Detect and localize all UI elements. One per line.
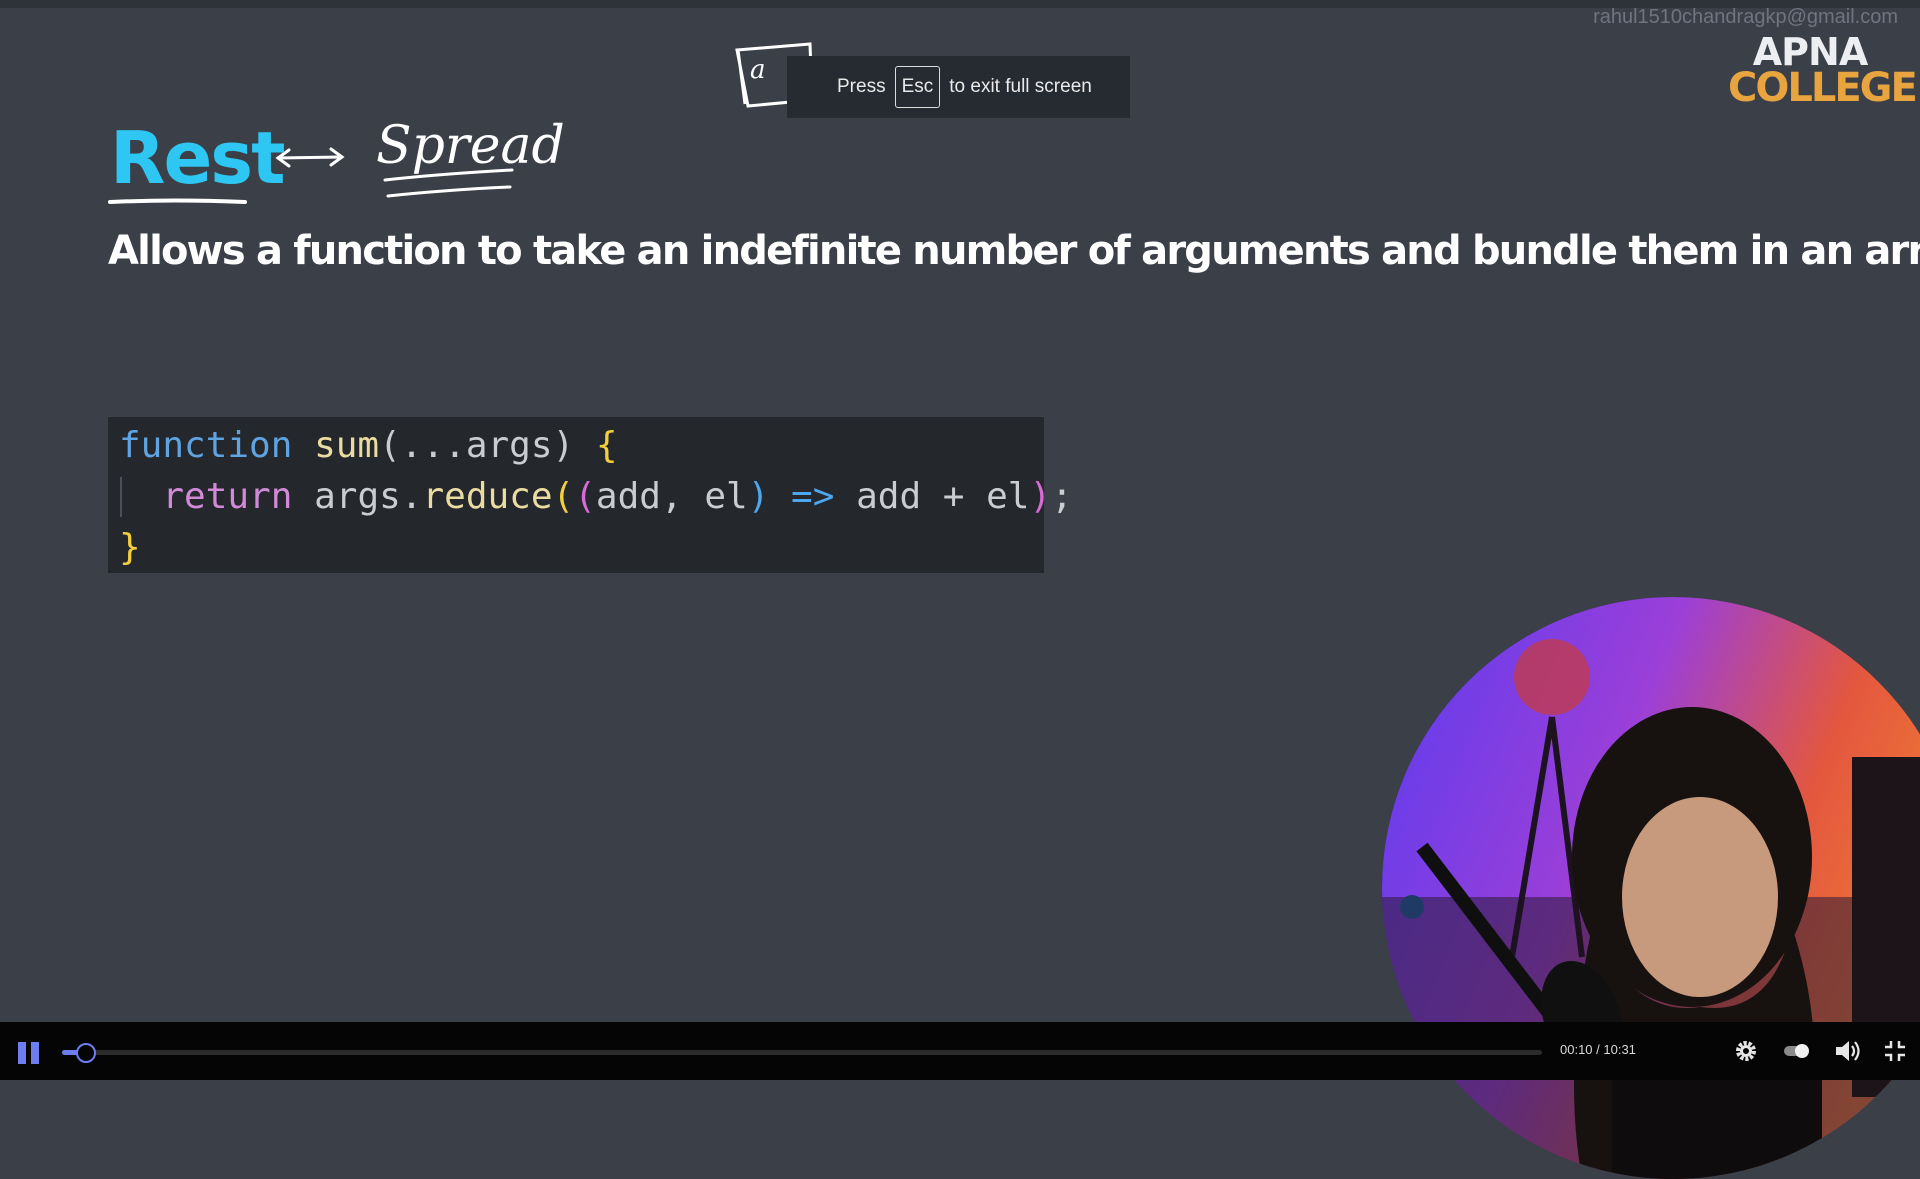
code-identifier: el: [704, 476, 748, 517]
code-keyword: function: [119, 425, 293, 466]
player-controls: 00:10 / 10:31: [0, 1022, 1920, 1080]
code-brace: }: [119, 527, 141, 568]
pause-icon-bar: [31, 1042, 39, 1064]
code-arrow: =>: [791, 476, 835, 517]
volume-icon[interactable]: [1834, 1038, 1862, 1064]
code-line-1: function sum(...args) {: [108, 420, 1044, 471]
code-token: ): [552, 425, 575, 466]
code-paren: (: [574, 476, 596, 517]
exit-fullscreen-icon[interactable]: [1883, 1038, 1907, 1064]
pause-button[interactable]: [18, 1042, 40, 1064]
toast-prefix: Press: [837, 76, 886, 97]
esc-key-badge: Esc: [894, 66, 941, 108]
double-arrow-icon: [275, 147, 345, 168]
code-token: ,: [660, 476, 683, 517]
toast-suffix: to exit full screen: [949, 76, 1092, 97]
code-expression: add + el: [856, 476, 1030, 517]
code-rest-param: ...args: [400, 425, 553, 466]
code-token: ;: [1051, 476, 1073, 517]
progress-bar[interactable]: [62, 1043, 1542, 1063]
code-paren: (: [552, 476, 575, 517]
code-token: .: [400, 476, 423, 517]
code-line-2: return args.reduce((add, el) => add + el…: [108, 471, 1073, 522]
handwritten-spread: Spread: [376, 116, 565, 176]
slide-title: Rest: [110, 116, 286, 200]
fullscreen-toast: Press Esc to exit full screen: [787, 56, 1130, 118]
code-brace: {: [595, 425, 618, 466]
code-token: (: [379, 425, 401, 466]
progress-handle[interactable]: [75, 1043, 96, 1063]
code-identifier: add: [595, 476, 661, 517]
settings-icon[interactable]: [1733, 1038, 1759, 1064]
indent-guide: [120, 477, 122, 517]
toggle-icon[interactable]: [1782, 1038, 1812, 1064]
code-keyword: return: [162, 476, 293, 517]
code-paren: ): [747, 476, 770, 517]
pause-icon: [18, 1042, 26, 1064]
handwritten-box-letter: a: [750, 55, 766, 85]
rest-underline: [108, 198, 247, 204]
code-identifier: args: [314, 476, 401, 517]
code-line-3: }: [108, 522, 1044, 573]
code-function-name: sum: [314, 425, 380, 466]
code-function-name: reduce: [422, 476, 553, 517]
code-block: function sum(...args) { return args.redu…: [108, 417, 1073, 573]
time-display: 00:10 / 10:31: [1560, 1042, 1636, 1057]
code-paren: ): [1029, 476, 1052, 517]
slide-subtitle: Allows a function to take an indefinite …: [108, 228, 1920, 274]
